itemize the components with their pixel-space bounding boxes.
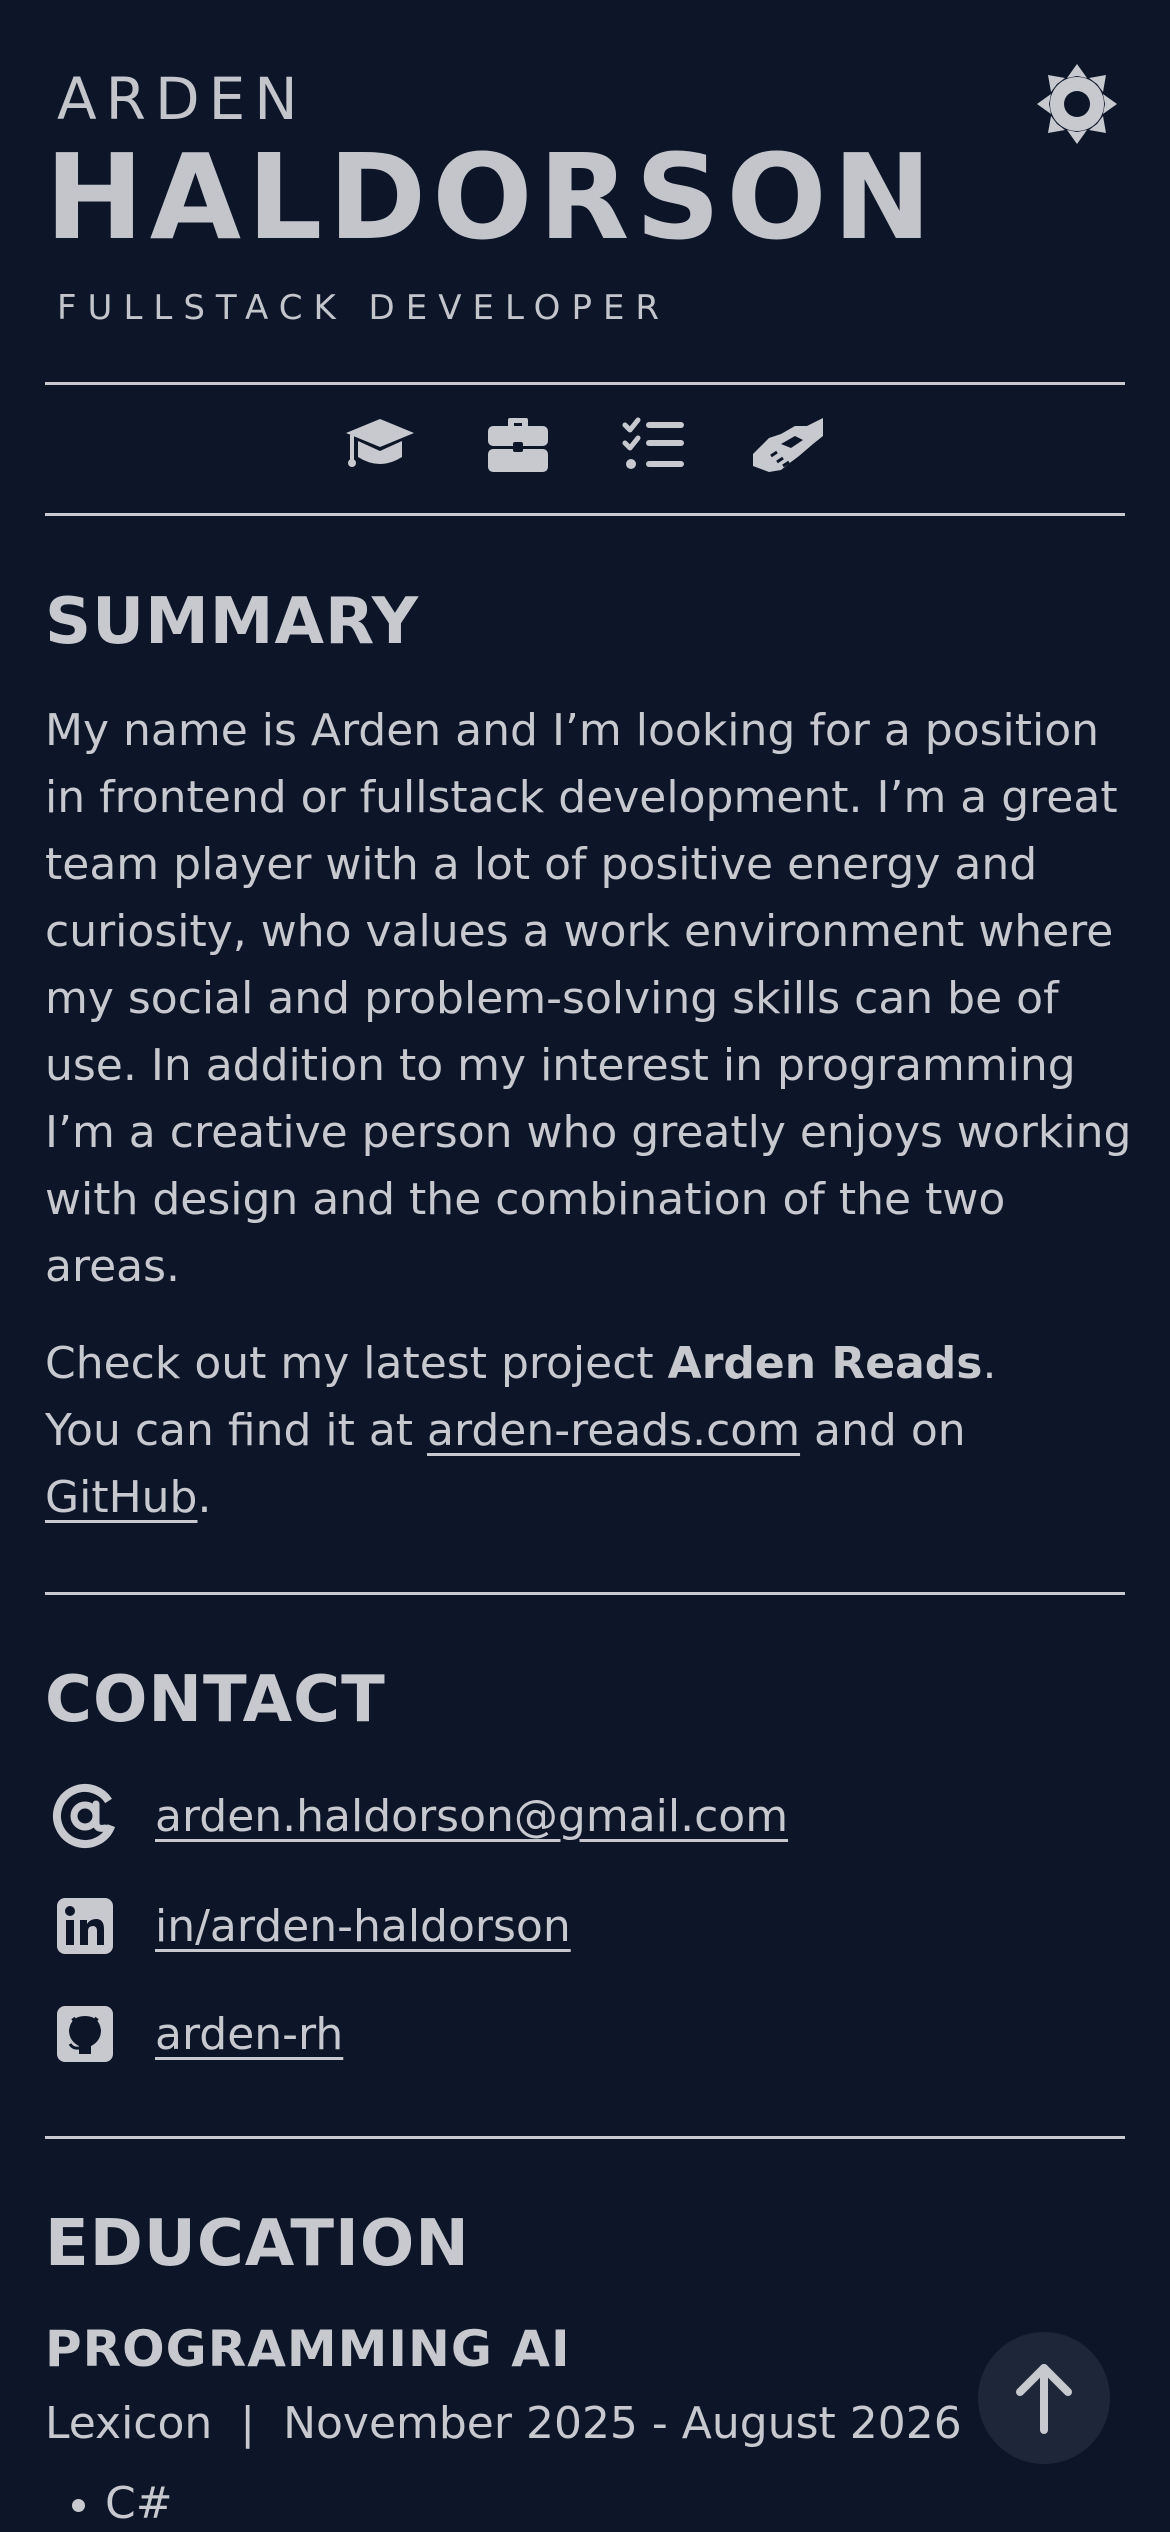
summary-text: My name is Arden and I’m looking for a p… (45, 697, 1135, 1300)
education-entry-list: C# (45, 2478, 173, 2529)
nav-skills[interactable] (614, 410, 694, 480)
find-prefix: You can find it at (45, 1405, 428, 1456)
project-site-link[interactable]: arden-reads.com (427, 1405, 800, 1456)
at-sign-icon (45, 1776, 125, 1856)
first-name: ARDEN (57, 65, 307, 133)
project-text: Check out my latest project Arden Reads.… (45, 1330, 1135, 1531)
find-middle: and on (800, 1405, 966, 1456)
arrow-up-icon (1016, 2364, 1072, 2434)
divider (45, 513, 1125, 516)
github-icon (45, 1994, 125, 2074)
contact-linkedin-row: in/arden-haldorson (45, 1886, 571, 1966)
briefcase-icon (488, 418, 548, 472)
linkedin-link[interactable]: in/arden-haldorson (155, 1901, 571, 1952)
contact-email-row: arden.haldorson@gmail.com (45, 1776, 788, 1856)
graduation-cap-icon (346, 419, 414, 467)
handshake-icon (753, 418, 823, 472)
email-link[interactable]: arden.haldorson@gmail.com (155, 1791, 788, 1842)
divider (45, 382, 1125, 385)
education-heading: EDUCATION (45, 2207, 470, 2281)
contact-github-row: arden-rh (45, 1994, 343, 2074)
github-line: GitHub. (45, 1464, 1135, 1531)
nav-experience[interactable] (478, 410, 558, 480)
job-title: FULLSTACK DEVELOPER (57, 288, 671, 328)
find-suffix: . (197, 1472, 212, 1523)
header: ARDEN HALDORSON FULLSTACK DEVELOPER (45, 70, 1125, 328)
scroll-to-top-button[interactable] (978, 2332, 1110, 2464)
education-entry-title: PROGRAMMING AI (45, 2320, 571, 2378)
project-github-link[interactable]: GitHub (45, 1472, 197, 1523)
project-suffix: . (982, 1338, 997, 1389)
last-name: HALDORSON (45, 128, 938, 266)
section-nav (0, 410, 1170, 480)
nav-references[interactable] (748, 410, 828, 480)
nav-education[interactable] (340, 410, 420, 480)
linkedin-icon (45, 1886, 125, 1966)
divider (45, 1592, 1125, 1595)
sun-gear-icon (1037, 64, 1117, 144)
divider (45, 2136, 1125, 2139)
resume-page: ARDEN HALDORSON FULLSTACK DEVELOPER SUMM… (0, 0, 1170, 2532)
summary-heading: SUMMARY (45, 585, 420, 659)
project-line: Check out my latest project Arden Reads. (45, 1330, 1135, 1397)
github-link[interactable]: arden-rh (155, 2009, 343, 2060)
contact-heading: CONTACT (45, 1663, 386, 1737)
find-line: You can find it at arden-reads.com and o… (45, 1397, 1135, 1464)
project-name: Arden Reads (667, 1338, 983, 1389)
summary-paragraph: My name is Arden and I’m looking for a p… (45, 705, 1132, 1292)
checklist-icon (622, 417, 684, 469)
list-item: C# (105, 2478, 173, 2529)
theme-toggle-button[interactable] (1035, 62, 1119, 146)
project-prefix: Check out my latest project (45, 1338, 668, 1389)
education-entry-meta: Lexicon | November 2025 - August 2026 (45, 2398, 962, 2449)
